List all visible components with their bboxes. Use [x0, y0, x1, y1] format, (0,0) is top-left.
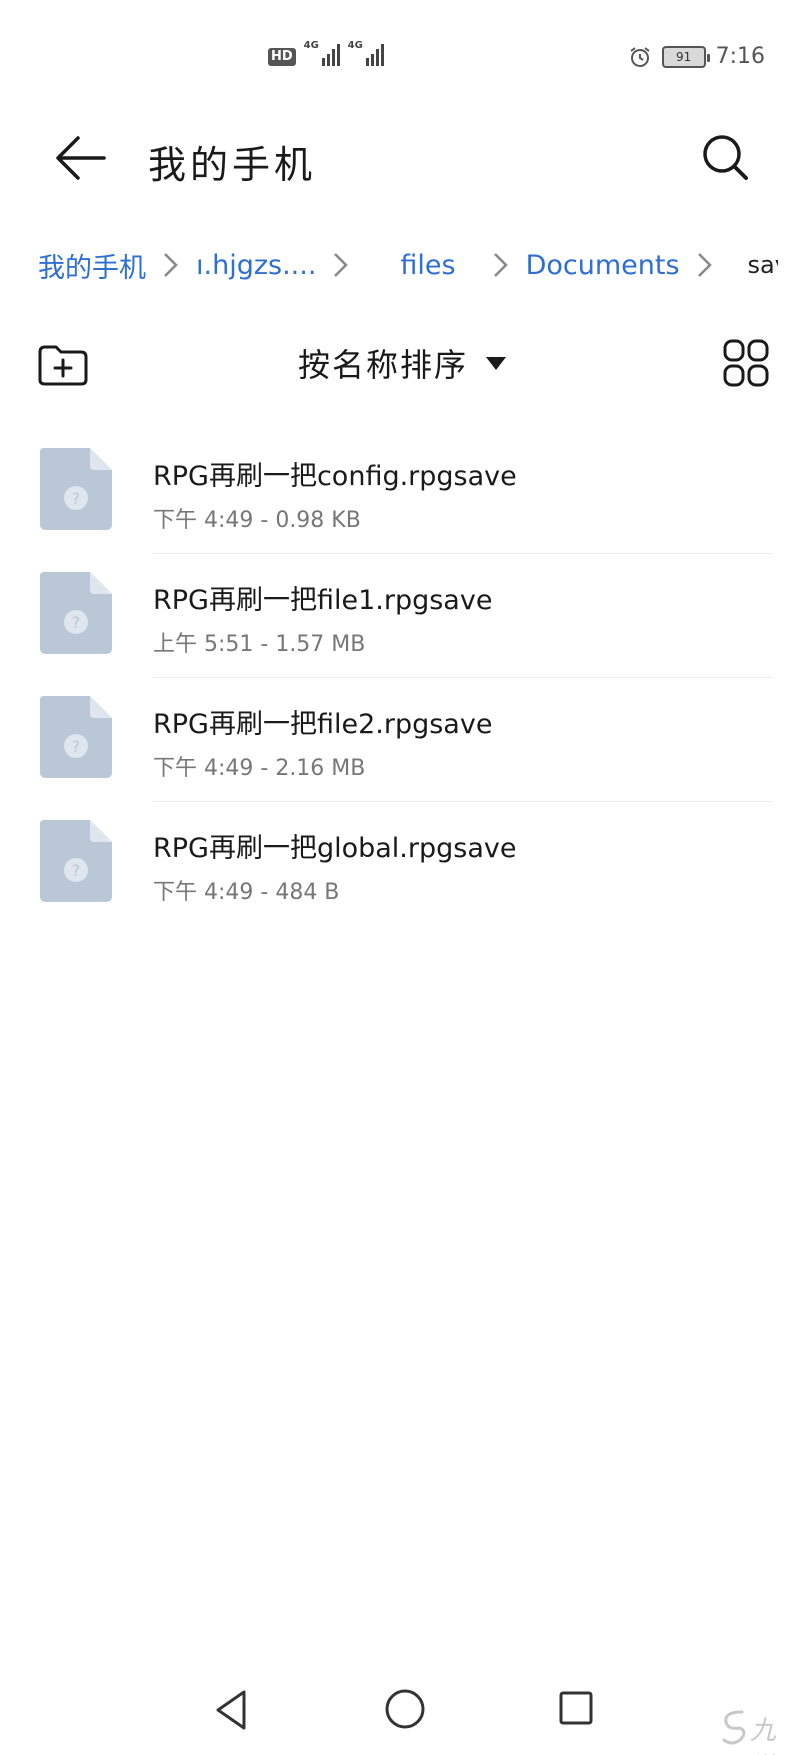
signal-icon: 4G	[347, 40, 384, 66]
watermark-logo-icon	[722, 1710, 746, 1745]
list-item[interactable]: ? RPG再刷一把file2.rpgsave 下午 4:49 - 2.16 MB	[0, 678, 810, 802]
folder-add-icon[interactable]	[36, 342, 90, 388]
breadcrumb-item-save: save	[747, 251, 778, 279]
file-meta: 下午 4:49 - 484 B	[153, 880, 340, 905]
status-right: 91 7:16	[628, 44, 765, 69]
network-type-label: 4G	[303, 40, 319, 51]
watermark: 九游	[718, 1704, 798, 1755]
chevron-right-icon	[493, 253, 508, 277]
sort-dropdown[interactable]: 按名称排序	[298, 340, 507, 386]
nav-home-icon[interactable]	[384, 1688, 426, 1730]
status-left: HD 4G 4G	[268, 40, 384, 66]
breadcrumb-item-files[interactable]: files	[400, 250, 455, 281]
hd-icon: HD	[268, 48, 296, 66]
system-nav-bar	[0, 1680, 810, 1740]
signal-icon: 4G	[303, 40, 340, 66]
svg-text:?: ?	[72, 861, 81, 880]
chevron-right-icon	[334, 253, 349, 277]
breadcrumb-item-my-phone[interactable]: 我的手机	[38, 246, 146, 285]
clock: 7:16	[715, 44, 765, 69]
unknown-file-icon: ?	[40, 448, 112, 530]
unknown-file-icon: ?	[40, 820, 112, 902]
svg-text:?: ?	[72, 489, 81, 508]
nav-recent-icon[interactable]	[558, 1690, 594, 1726]
chevron-right-icon	[697, 253, 712, 277]
sort-label: 按名称排序	[298, 346, 469, 384]
app-header: 我的手机	[0, 118, 810, 198]
chevron-right-icon	[164, 253, 178, 277]
file-name: RPG再刷一把file2.rpgsave	[153, 709, 493, 740]
breadcrumb: 我的手机 ı.hjgzs.... files Documents save	[38, 242, 778, 288]
breadcrumb-item-documents[interactable]: Documents	[526, 250, 680, 281]
list-item[interactable]: ? RPG再刷一把config.rpgsave 下午 4:49 - 0.98 K…	[0, 430, 810, 554]
unknown-file-icon: ?	[40, 572, 112, 654]
grid-view-icon[interactable]	[722, 338, 770, 388]
file-list: ? RPG再刷一把config.rpgsave 下午 4:49 - 0.98 K…	[0, 430, 810, 926]
status-bar: HD 4G 4G 91 7:16	[0, 30, 810, 90]
svg-text:?: ?	[72, 613, 81, 632]
list-item[interactable]: ? RPG再刷一把global.rpgsave 下午 4:49 - 484 B	[0, 802, 810, 926]
file-name: RPG再刷一把global.rpgsave	[153, 833, 517, 864]
battery-level: 91	[675, 49, 692, 64]
file-meta: 上午 5:51 - 1.57 MB	[153, 632, 366, 657]
svg-text:?: ?	[72, 737, 81, 756]
network-type-label: 4G	[347, 40, 363, 51]
unknown-file-icon: ?	[40, 696, 112, 778]
watermark-text: 九游	[750, 1716, 777, 1755]
search-icon[interactable]	[700, 132, 752, 184]
nav-back-icon[interactable]	[212, 1688, 252, 1732]
file-name: RPG再刷一把config.rpgsave	[153, 461, 517, 492]
battery-icon: 91	[661, 45, 710, 68]
file-meta: 下午 4:49 - 2.16 MB	[153, 756, 366, 781]
page-title: 我的手机	[148, 143, 317, 187]
arrow-left-icon[interactable]	[52, 132, 110, 184]
breadcrumb-item-package[interactable]: ı.hjgzs....	[196, 250, 316, 281]
toolbar: 按名称排序	[0, 334, 810, 394]
file-name: RPG再刷一把file1.rpgsave	[153, 585, 493, 616]
file-meta: 下午 4:49 - 0.98 KB	[153, 508, 361, 533]
file-manager-screen: HD 4G 4G 91 7:16 我的手机 我的手机 ı.hjgzs.... f…	[0, 0, 810, 1755]
alarm-icon	[629, 46, 650, 67]
caret-down-icon	[486, 356, 507, 370]
list-item[interactable]: ? RPG再刷一把file1.rpgsave 上午 5:51 - 1.57 MB	[0, 554, 810, 678]
